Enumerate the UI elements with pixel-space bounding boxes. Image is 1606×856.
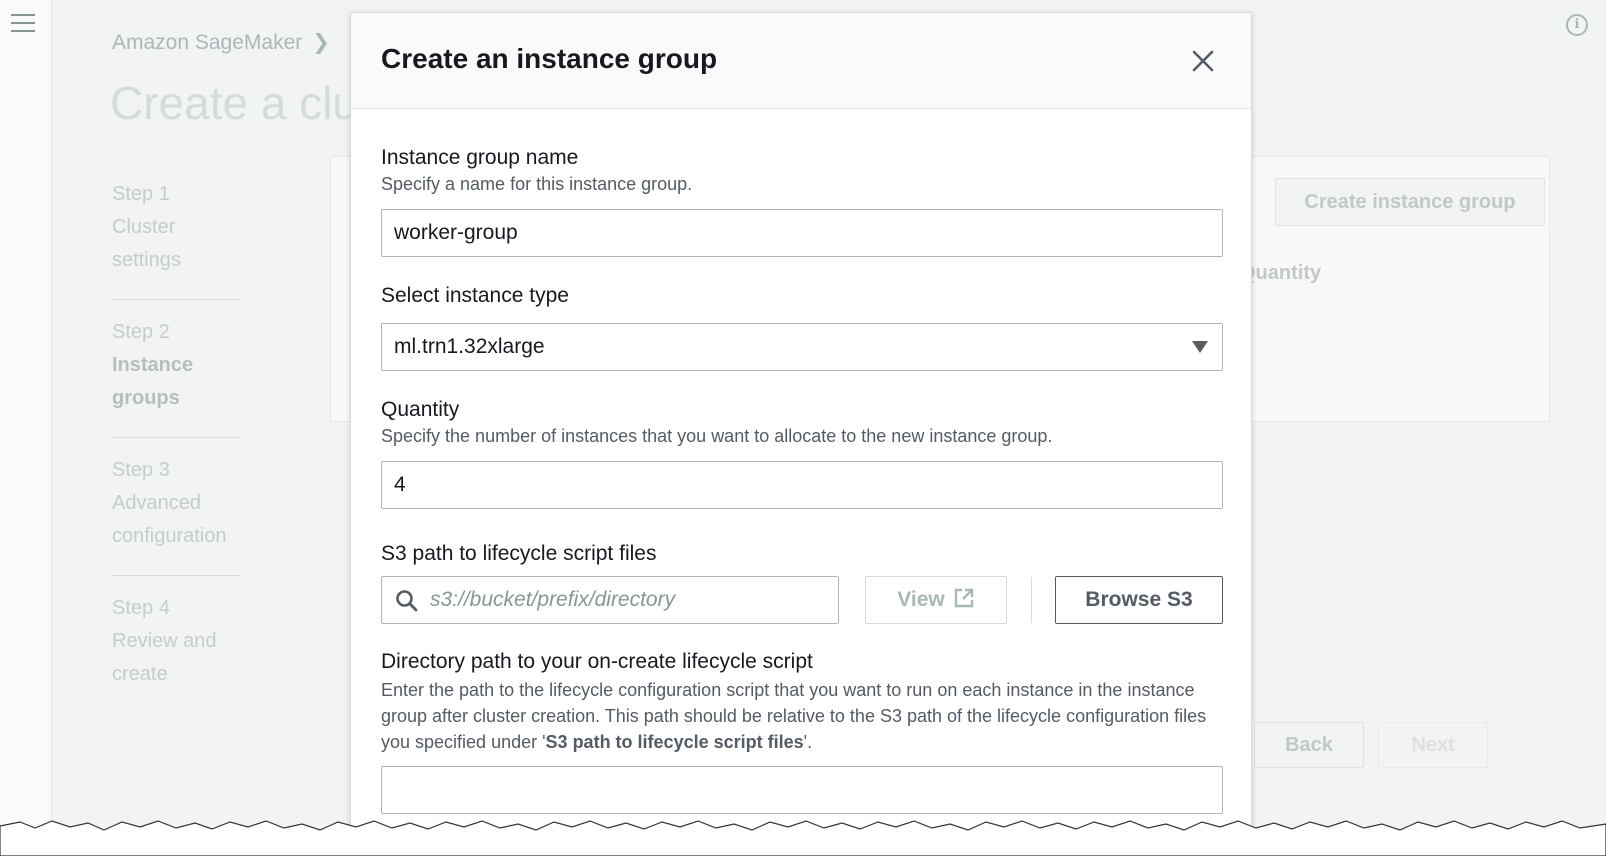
- description-bold: S3 path to lifecycle script files: [545, 732, 804, 752]
- step-number: Step 2: [112, 321, 170, 343]
- breadcrumb-link[interactable]: Amazon SageMaker: [112, 31, 302, 54]
- group-name-description: Specify a name for this instance group.: [381, 174, 693, 194]
- step-number: Step 4: [112, 597, 170, 619]
- wizard-step-1[interactable]: Step 1 Cluster settings: [112, 178, 240, 300]
- s3-path-label: S3 path to lifecycle script files: [381, 542, 657, 565]
- page-title: Create a clus: [110, 77, 382, 129]
- group-name-field: Instance group name Specify a name for t…: [381, 145, 1223, 257]
- breadcrumb: Amazon SageMaker ❯: [112, 30, 330, 55]
- info-icon[interactable]: i: [1566, 14, 1588, 36]
- create-instance-group-modal: Create an instance group Instance group …: [350, 12, 1252, 856]
- hamburger-icon[interactable]: [11, 14, 35, 32]
- wizard-steps: Step 1 Cluster settings Step 2 Instance …: [112, 178, 240, 729]
- left-nav-rail: [0, 0, 52, 856]
- step-title: Advanced configuration: [112, 492, 227, 547]
- next-button[interactable]: Next: [1378, 722, 1488, 768]
- quantity-description: Specify the number of instances that you…: [381, 426, 1053, 446]
- close-icon[interactable]: [1189, 47, 1217, 75]
- external-link-icon: [954, 588, 973, 608]
- step-title: Review and create: [112, 630, 217, 685]
- quantity-column-header: Quantity: [1240, 262, 1322, 284]
- search-icon: [396, 590, 418, 612]
- group-name-input[interactable]: worker-group: [381, 209, 1223, 257]
- caret-down-icon: [1192, 341, 1208, 353]
- instance-type-value: ml.trn1.32xlarge: [394, 335, 545, 358]
- view-button-label: View: [897, 588, 945, 611]
- instance-type-field: Select instance type ml.trn1.32xlarge: [381, 283, 1223, 371]
- quantity-label: Quantity: [381, 398, 460, 421]
- browse-s3-button[interactable]: Browse S3: [1055, 576, 1223, 624]
- quantity-field: Quantity Specify the number of instances…: [381, 397, 1223, 509]
- s3-path-search-input[interactable]: [381, 576, 839, 624]
- wizard-step-4[interactable]: Step 4 Review and create: [112, 592, 240, 713]
- step-number: Step 1: [112, 183, 170, 205]
- modal-title: Create an instance group: [381, 43, 718, 74]
- step-title: Instance groups: [112, 354, 194, 409]
- directory-path-field: Directory path to your on-create lifecyc…: [381, 649, 1223, 814]
- view-button[interactable]: View: [865, 576, 1007, 624]
- instance-type-select[interactable]: ml.trn1.32xlarge: [381, 323, 1223, 371]
- step-number: Step 3: [112, 459, 170, 481]
- directory-path-input[interactable]: [381, 766, 1223, 814]
- directory-path-label: Directory path to your on-create lifecyc…: [381, 650, 813, 673]
- chevron-right-icon: ❯: [312, 31, 330, 54]
- torn-edge-decoration: [0, 820, 1606, 856]
- wizard-step-2[interactable]: Step 2 Instance groups: [112, 316, 240, 438]
- directory-path-description: Enter the path to the lifecycle configur…: [381, 677, 1223, 755]
- button-divider: [1031, 577, 1032, 623]
- back-button[interactable]: Back: [1254, 722, 1364, 768]
- s3-path-input[interactable]: [430, 577, 830, 623]
- group-name-label: Instance group name: [381, 146, 579, 169]
- step-title: Cluster settings: [112, 216, 181, 271]
- s3-path-field: S3 path to lifecycle script files View B…: [381, 541, 1223, 624]
- description-suffix: '.: [803, 732, 813, 752]
- quantity-input[interactable]: 4: [381, 461, 1223, 509]
- instance-type-label: Select instance type: [381, 284, 569, 307]
- modal-header: Create an instance group: [351, 13, 1251, 109]
- create-instance-group-button[interactable]: Create instance group: [1275, 178, 1545, 226]
- wizard-step-3[interactable]: Step 3 Advanced configuration: [112, 454, 240, 576]
